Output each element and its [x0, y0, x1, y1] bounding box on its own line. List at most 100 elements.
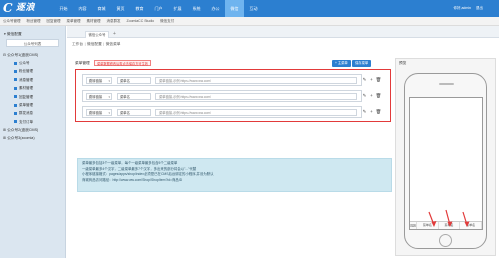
- top-nav-content[interactable]: 内容: [73, 0, 92, 17]
- menu-url-input[interactable]: 菜单链接,示例:https://www.ww.com/: [155, 109, 357, 116]
- sidebar-group-1[interactable]: ⊟ 公众号1(逐浪CMS): [0, 51, 65, 59]
- menu-rows-highlight: 跳转链接 ▾ 菜单名 菜单链接,示例:https://www.ww.com/ ✎ …: [75, 69, 391, 122]
- sub-nav-item[interactable]: 回复管理: [44, 17, 64, 25]
- main-content: 微信公众号 + 工作台 | 微信配置 | 微信菜单 菜单管理 菜单数据修改后需点击保存方…: [67, 26, 499, 258]
- menu-type-value: 跳转链接: [89, 111, 103, 115]
- sub-nav-item[interactable]: 素材管理: [84, 17, 104, 25]
- sidebar-current-item[interactable]: 公众号列表: [6, 39, 59, 47]
- sub-nav-item[interactable]: 公众号管理: [0, 17, 24, 25]
- breadcrumb-separator: |: [103, 42, 105, 46]
- menu-square-icon: [14, 95, 17, 99]
- red-arrow-icon: [462, 211, 470, 227]
- sidebar-item[interactable]: 公众号: [0, 59, 65, 67]
- sidebar-item[interactable]: 回复管理: [0, 93, 65, 101]
- logo-mark: C: [3, 1, 13, 15]
- sidebar-item-label: 公众号: [19, 61, 30, 65]
- row-tools: ✎ + 🗑: [361, 75, 391, 85]
- menu-square-icon: [14, 78, 17, 82]
- add-sub-icon[interactable]: +: [368, 75, 375, 85]
- breadcrumb: 工作台 | 微信配置 | 微信菜单: [72, 42, 121, 47]
- logo-text: 逐浪: [16, 3, 36, 13]
- menu-square-icon: [14, 61, 17, 65]
- user-greeting[interactable]: 你好,admin: [454, 6, 472, 10]
- top-nav-office[interactable]: 办公: [206, 0, 225, 17]
- warning-badge: 菜单数据修改后需点击保存方可生效: [94, 60, 151, 66]
- sidebar-item[interactable]: 菜单管理: [0, 101, 65, 109]
- top-nav-extend[interactable]: 扩展: [168, 0, 187, 17]
- chevron-down-icon: ▾: [108, 95, 110, 99]
- red-arrow-icon: [428, 211, 437, 227]
- breadcrumb-item: 微信菜单: [105, 42, 121, 46]
- menu-url-input[interactable]: 菜单链接,示例:https://www.ww.com/: [155, 93, 357, 100]
- sub-nav-item[interactable]: ZoomlaCC Studio: [124, 17, 158, 25]
- menu-square-icon: [14, 86, 17, 90]
- chevron-down-icon: ▾: [108, 79, 110, 83]
- sub-nav-item[interactable]: 消息群发: [104, 17, 124, 25]
- menu-type-select[interactable]: 跳转链接 ▾: [86, 109, 112, 116]
- menu-row: 跳转链接 ▾ 菜单名 菜单链接,示例:https://www.ww.com/: [82, 106, 362, 118]
- delete-icon[interactable]: 🗑: [375, 91, 382, 101]
- preview-panel: 预览 ⌨ 菜单名 菜单名 菜单名: [395, 58, 496, 256]
- add-sub-icon[interactable]: +: [368, 107, 375, 117]
- save-menu-button[interactable]: 保存菜单: [352, 60, 372, 67]
- top-nav-wechat[interactable]: 微信: [225, 0, 244, 17]
- sidebar-item[interactable]: 群发消息: [0, 109, 65, 117]
- menu-row: 跳转链接 ▾ 菜单名 菜单链接,示例:https://www.ww.com/: [82, 74, 362, 86]
- breadcrumb-item[interactable]: 工作台: [72, 42, 83, 46]
- logout-link[interactable]: 退出: [476, 6, 483, 10]
- sidebar-group-2[interactable]: ⊞ 公众号2(逐浪CMS): [0, 126, 65, 134]
- info-line: 商城商品访问路径：http://www.ww.com/Shop/ShopItem…: [82, 178, 183, 183]
- edit-icon[interactable]: ✎: [361, 107, 368, 117]
- top-nav-shop[interactable]: 商城: [92, 0, 111, 17]
- sidebar-item[interactable]: 支付订单: [0, 118, 65, 126]
- add-main-menu-button[interactable]: + 主菜单: [332, 60, 351, 67]
- top-nav-portal[interactable]: 门户: [149, 0, 168, 17]
- phone-mockup: ⌨ 菜单名 菜单名 菜单名: [404, 73, 487, 249]
- sidebar-section-title[interactable]: ▾ 微信配置: [0, 30, 65, 39]
- sidebar-item-label: 菜单管理: [19, 102, 33, 107]
- sidebar-item[interactable]: 素材管理: [0, 84, 65, 92]
- top-nav-education[interactable]: 教育: [130, 0, 149, 17]
- sidebar-item-label: 回复管理: [19, 94, 33, 99]
- menu-type-select[interactable]: 跳转链接 ▾: [86, 77, 112, 84]
- row-tools: ✎ + 🗑: [361, 91, 391, 101]
- sidebar-item[interactable]: 消息管理: [0, 76, 65, 84]
- tab-wechat-account[interactable]: 微信公众号: [85, 31, 109, 38]
- menu-name-input[interactable]: 菜单名: [117, 77, 151, 84]
- menu-type-select[interactable]: 跳转链接 ▾: [86, 93, 112, 100]
- menu-editor-panel: 菜单管理 菜单数据修改后需点击保存方可生效 + 主菜单 保存菜单 跳转链接 ▾ 菜…: [72, 59, 392, 193]
- menu-name-input[interactable]: 菜单名: [117, 93, 151, 100]
- breadcrumb-item[interactable]: 微信配置: [87, 42, 102, 46]
- menu-name-input[interactable]: 菜单名: [117, 109, 151, 116]
- top-nav-system[interactable]: 系统: [187, 0, 206, 17]
- top-nav: 开始 内容 商城 黄页 教育 门户 扩展 系统 办公 微信 互动: [54, 0, 263, 17]
- top-nav-start[interactable]: 开始: [54, 0, 73, 17]
- breadcrumb-separator: |: [84, 42, 86, 46]
- tab-bar: 微信公众号 +: [67, 26, 499, 38]
- menu-square-icon: [14, 103, 17, 107]
- sidebar-item[interactable]: 粉丝管理: [0, 67, 65, 75]
- top-nav-pages[interactable]: 黄页: [111, 0, 130, 17]
- chevron-down-icon: ▾: [108, 111, 110, 115]
- top-nav-interact[interactable]: 互动: [244, 0, 263, 17]
- sidebar-group-3[interactable]: ⊞ 公众号3(zoomla): [0, 134, 65, 142]
- sub-nav-item[interactable]: 微信支付: [157, 17, 177, 25]
- menu-type-value: 跳转链接: [89, 95, 103, 99]
- sub-nav-item[interactable]: 菜单管理: [64, 17, 84, 25]
- add-tab-button[interactable]: +: [111, 31, 118, 38]
- info-notice: 菜单最多包括3个一级菜单，每个一级菜单最多包含5个二级菜单 一级菜单最多4个汉字…: [77, 158, 392, 192]
- preview-title: 预览: [399, 61, 407, 65]
- menu-square-icon: [14, 69, 17, 73]
- edit-icon[interactable]: ✎: [361, 91, 368, 101]
- delete-icon[interactable]: 🗑: [375, 107, 382, 117]
- sidebar-item-label: 支付订单: [19, 119, 33, 124]
- sub-nav-item[interactable]: 粉丝管理: [24, 17, 44, 25]
- add-sub-icon[interactable]: +: [368, 91, 375, 101]
- edit-icon[interactable]: ✎: [361, 75, 368, 85]
- menu-row: 跳转链接 ▾ 菜单名 菜单链接,示例:https://www.ww.com/: [82, 90, 362, 102]
- logo[interactable]: C 逐浪: [3, 2, 47, 15]
- delete-icon[interactable]: 🗑: [375, 75, 382, 85]
- menu-url-input[interactable]: 菜单链接,示例:https://www.ww.com/: [155, 77, 357, 84]
- annotation-arrows: [428, 209, 470, 227]
- sidebar-item-label: 消息管理: [19, 77, 33, 82]
